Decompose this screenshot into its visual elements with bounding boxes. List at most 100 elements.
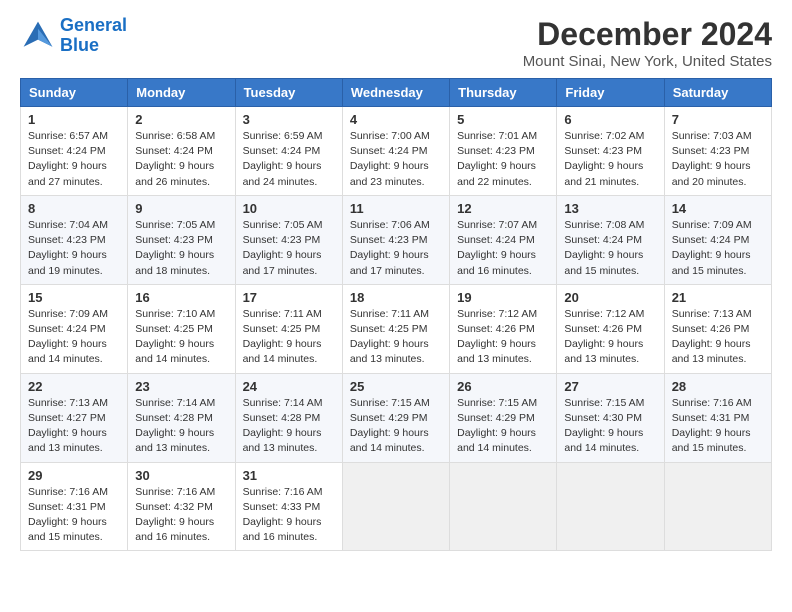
day-number: 3	[243, 112, 335, 127]
calendar-cell	[664, 462, 771, 551]
day-number: 16	[135, 290, 227, 305]
calendar-week-row: 8 Sunrise: 7:04 AM Sunset: 4:23 PM Dayli…	[21, 195, 772, 284]
day-detail: Sunrise: 7:03 AM Sunset: 4:23 PM Dayligh…	[672, 129, 764, 190]
calendar-cell: 26 Sunrise: 7:15 AM Sunset: 4:29 PM Dayl…	[450, 373, 557, 462]
day-detail: Sunrise: 7:09 AM Sunset: 4:24 PM Dayligh…	[28, 307, 120, 368]
day-detail: Sunrise: 7:12 AM Sunset: 4:26 PM Dayligh…	[457, 307, 549, 368]
calendar-cell: 21 Sunrise: 7:13 AM Sunset: 4:26 PM Dayl…	[664, 284, 771, 373]
logo-bird-icon	[20, 18, 56, 54]
day-number: 1	[28, 112, 120, 127]
calendar-cell: 27 Sunrise: 7:15 AM Sunset: 4:30 PM Dayl…	[557, 373, 664, 462]
day-number: 18	[350, 290, 442, 305]
calendar-week-row: 1 Sunrise: 6:57 AM Sunset: 4:24 PM Dayli…	[21, 107, 772, 196]
calendar-cell: 12 Sunrise: 7:07 AM Sunset: 4:24 PM Dayl…	[450, 195, 557, 284]
day-number: 13	[564, 201, 656, 216]
calendar-cell: 25 Sunrise: 7:15 AM Sunset: 4:29 PM Dayl…	[342, 373, 449, 462]
day-detail: Sunrise: 7:08 AM Sunset: 4:24 PM Dayligh…	[564, 218, 656, 279]
calendar-dow-saturday: Saturday	[664, 79, 771, 107]
day-detail: Sunrise: 7:16 AM Sunset: 4:31 PM Dayligh…	[28, 485, 120, 546]
day-number: 10	[243, 201, 335, 216]
calendar-cell: 4 Sunrise: 7:00 AM Sunset: 4:24 PM Dayli…	[342, 107, 449, 196]
header: General Blue December 2024 Mount Sinai, …	[20, 16, 772, 70]
day-detail: Sunrise: 6:57 AM Sunset: 4:24 PM Dayligh…	[28, 129, 120, 190]
day-detail: Sunrise: 7:11 AM Sunset: 4:25 PM Dayligh…	[350, 307, 442, 368]
calendar-dow-monday: Monday	[128, 79, 235, 107]
day-detail: Sunrise: 7:16 AM Sunset: 4:32 PM Dayligh…	[135, 485, 227, 546]
calendar-cell: 14 Sunrise: 7:09 AM Sunset: 4:24 PM Dayl…	[664, 195, 771, 284]
calendar-cell	[450, 462, 557, 551]
calendar-cell: 17 Sunrise: 7:11 AM Sunset: 4:25 PM Dayl…	[235, 284, 342, 373]
calendar-cell: 7 Sunrise: 7:03 AM Sunset: 4:23 PM Dayli…	[664, 107, 771, 196]
day-number: 6	[564, 112, 656, 127]
day-number: 7	[672, 112, 764, 127]
calendar-cell: 3 Sunrise: 6:59 AM Sunset: 4:24 PM Dayli…	[235, 107, 342, 196]
day-detail: Sunrise: 7:16 AM Sunset: 4:31 PM Dayligh…	[672, 396, 764, 457]
day-number: 26	[457, 379, 549, 394]
day-detail: Sunrise: 7:10 AM Sunset: 4:25 PM Dayligh…	[135, 307, 227, 368]
day-number: 25	[350, 379, 442, 394]
calendar-cell: 20 Sunrise: 7:12 AM Sunset: 4:26 PM Dayl…	[557, 284, 664, 373]
day-number: 2	[135, 112, 227, 127]
calendar-cell	[342, 462, 449, 551]
calendar-header-row: SundayMondayTuesdayWednesdayThursdayFrid…	[21, 79, 772, 107]
day-number: 27	[564, 379, 656, 394]
calendar-cell: 6 Sunrise: 7:02 AM Sunset: 4:23 PM Dayli…	[557, 107, 664, 196]
calendar-cell: 5 Sunrise: 7:01 AM Sunset: 4:23 PM Dayli…	[450, 107, 557, 196]
calendar-dow-sunday: Sunday	[21, 79, 128, 107]
calendar-cell: 23 Sunrise: 7:14 AM Sunset: 4:28 PM Dayl…	[128, 373, 235, 462]
day-number: 11	[350, 201, 442, 216]
logo-text: General Blue	[60, 16, 127, 56]
calendar-cell: 9 Sunrise: 7:05 AM Sunset: 4:23 PM Dayli…	[128, 195, 235, 284]
calendar-cell: 19 Sunrise: 7:12 AM Sunset: 4:26 PM Dayl…	[450, 284, 557, 373]
day-detail: Sunrise: 6:58 AM Sunset: 4:24 PM Dayligh…	[135, 129, 227, 190]
calendar-cell: 31 Sunrise: 7:16 AM Sunset: 4:33 PM Dayl…	[235, 462, 342, 551]
calendar-cell: 18 Sunrise: 7:11 AM Sunset: 4:25 PM Dayl…	[342, 284, 449, 373]
day-detail: Sunrise: 7:14 AM Sunset: 4:28 PM Dayligh…	[135, 396, 227, 457]
day-detail: Sunrise: 7:05 AM Sunset: 4:23 PM Dayligh…	[135, 218, 227, 279]
day-detail: Sunrise: 7:13 AM Sunset: 4:27 PM Dayligh…	[28, 396, 120, 457]
calendar-cell: 30 Sunrise: 7:16 AM Sunset: 4:32 PM Dayl…	[128, 462, 235, 551]
day-number: 17	[243, 290, 335, 305]
calendar-week-row: 15 Sunrise: 7:09 AM Sunset: 4:24 PM Dayl…	[21, 284, 772, 373]
main-title: December 2024	[523, 16, 772, 53]
calendar-cell: 10 Sunrise: 7:05 AM Sunset: 4:23 PM Dayl…	[235, 195, 342, 284]
calendar-cell: 24 Sunrise: 7:14 AM Sunset: 4:28 PM Dayl…	[235, 373, 342, 462]
calendar-week-row: 22 Sunrise: 7:13 AM Sunset: 4:27 PM Dayl…	[21, 373, 772, 462]
day-detail: Sunrise: 7:06 AM Sunset: 4:23 PM Dayligh…	[350, 218, 442, 279]
day-number: 9	[135, 201, 227, 216]
day-detail: Sunrise: 7:09 AM Sunset: 4:24 PM Dayligh…	[672, 218, 764, 279]
logo: General Blue	[20, 16, 127, 56]
day-number: 8	[28, 201, 120, 216]
day-detail: Sunrise: 7:11 AM Sunset: 4:25 PM Dayligh…	[243, 307, 335, 368]
day-detail: Sunrise: 7:00 AM Sunset: 4:24 PM Dayligh…	[350, 129, 442, 190]
calendar-cell: 16 Sunrise: 7:10 AM Sunset: 4:25 PM Dayl…	[128, 284, 235, 373]
calendar-cell: 8 Sunrise: 7:04 AM Sunset: 4:23 PM Dayli…	[21, 195, 128, 284]
day-number: 20	[564, 290, 656, 305]
calendar-cell: 28 Sunrise: 7:16 AM Sunset: 4:31 PM Dayl…	[664, 373, 771, 462]
day-number: 21	[672, 290, 764, 305]
day-detail: Sunrise: 7:05 AM Sunset: 4:23 PM Dayligh…	[243, 218, 335, 279]
day-number: 29	[28, 468, 120, 483]
day-detail: Sunrise: 7:12 AM Sunset: 4:26 PM Dayligh…	[564, 307, 656, 368]
day-detail: Sunrise: 7:04 AM Sunset: 4:23 PM Dayligh…	[28, 218, 120, 279]
subtitle: Mount Sinai, New York, United States	[523, 53, 772, 70]
calendar-cell	[557, 462, 664, 551]
day-number: 30	[135, 468, 227, 483]
calendar-cell: 2 Sunrise: 6:58 AM Sunset: 4:24 PM Dayli…	[128, 107, 235, 196]
calendar-cell: 29 Sunrise: 7:16 AM Sunset: 4:31 PM Dayl…	[21, 462, 128, 551]
day-detail: Sunrise: 7:15 AM Sunset: 4:29 PM Dayligh…	[457, 396, 549, 457]
day-detail: Sunrise: 7:16 AM Sunset: 4:33 PM Dayligh…	[243, 485, 335, 546]
calendar-dow-thursday: Thursday	[450, 79, 557, 107]
calendar-table: SundayMondayTuesdayWednesdayThursdayFrid…	[20, 78, 772, 551]
calendar-body: 1 Sunrise: 6:57 AM Sunset: 4:24 PM Dayli…	[21, 107, 772, 551]
day-number: 14	[672, 201, 764, 216]
title-area: December 2024 Mount Sinai, New York, Uni…	[523, 16, 772, 70]
day-detail: Sunrise: 7:07 AM Sunset: 4:24 PM Dayligh…	[457, 218, 549, 279]
day-number: 22	[28, 379, 120, 394]
day-number: 4	[350, 112, 442, 127]
calendar-cell: 22 Sunrise: 7:13 AM Sunset: 4:27 PM Dayl…	[21, 373, 128, 462]
calendar-dow-tuesday: Tuesday	[235, 79, 342, 107]
calendar-cell: 11 Sunrise: 7:06 AM Sunset: 4:23 PM Dayl…	[342, 195, 449, 284]
calendar-cell: 1 Sunrise: 6:57 AM Sunset: 4:24 PM Dayli…	[21, 107, 128, 196]
calendar-dow-wednesday: Wednesday	[342, 79, 449, 107]
